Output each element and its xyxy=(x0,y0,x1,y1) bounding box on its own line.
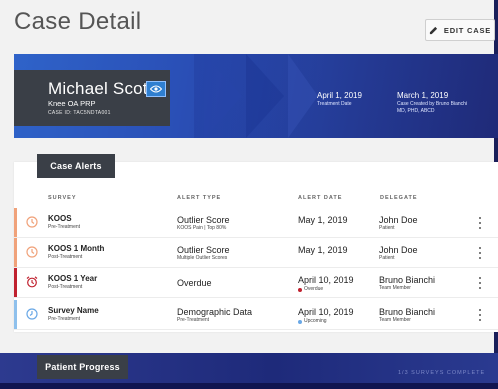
column-header-alert-date: ALERT DATE xyxy=(298,195,343,201)
case-id: CASE ID: TAC5NDTA001 xyxy=(48,110,111,116)
alert-status-label: Upcoming xyxy=(304,318,327,324)
alert-status-label: Overdue xyxy=(304,286,324,292)
alert-date: May 1, 2019 xyxy=(298,245,348,255)
row-accent xyxy=(14,300,17,329)
row-accent xyxy=(14,238,17,267)
case-alerts-heading: Case Alerts xyxy=(37,154,115,178)
alert-date: May 1, 2019 xyxy=(298,215,348,225)
row-menu-icon[interactable] xyxy=(478,217,482,229)
column-header-alert-type: ALERT TYPE xyxy=(177,195,222,201)
alert-row[interactable]: KOOS Pre-Treatment Outlier Score KOOS Pa… xyxy=(14,208,498,238)
patient-progress-heading: Patient Progress xyxy=(37,355,128,379)
alert-type: Overdue xyxy=(177,278,212,288)
created-date-block: March 1, 2019 Case Created by Bruno Bian… xyxy=(397,91,467,114)
treatment-date-block: April 1, 2019 Treatment Date xyxy=(317,91,362,108)
column-header-delegate: DELEGATE xyxy=(380,195,418,201)
alert-detail: KOOS Pain | Top 80% xyxy=(177,225,227,231)
treatment-date-label: Treatment Date xyxy=(317,101,352,107)
alert-date: April 10, 2019 xyxy=(298,307,354,317)
created-date: March 1, 2019 xyxy=(397,91,449,100)
overdue-dot xyxy=(298,287,302,292)
edit-case-label: EDIT CASE xyxy=(443,25,492,35)
edit-case-button[interactable]: EDIT CASE xyxy=(425,19,495,41)
survey-name: KOOS xyxy=(48,214,72,223)
delegate-role: Patient xyxy=(379,225,395,231)
alert-type: Outlier Score xyxy=(177,215,230,225)
alert-status: Overdue xyxy=(298,286,354,293)
alert-date: April 10, 2019 xyxy=(298,275,354,285)
survey-phase: Post-Treatment xyxy=(48,284,83,290)
patient-card: Michael Scott Knee OA PRP CASE ID: TAC5N… xyxy=(14,70,170,126)
clock-outline-icon xyxy=(26,216,38,228)
row-menu-icon[interactable] xyxy=(478,309,482,321)
creator-credentials: MD, PHD, ABCD xyxy=(397,107,435,114)
row-menu-icon[interactable] xyxy=(478,277,482,289)
alert-detail: Multiple Outlier Scores xyxy=(177,255,228,261)
page-title: Case Detail xyxy=(14,8,142,35)
delegate-role: Team Member xyxy=(379,285,411,291)
alert-status: Upcoming xyxy=(298,318,354,325)
delegate-role: Team Member xyxy=(379,317,411,323)
alert-type: Outlier Score xyxy=(177,245,230,255)
upcoming-dot xyxy=(298,319,302,324)
delegate-name: John Doe xyxy=(379,215,418,225)
survey-name: KOOS 1 Year xyxy=(48,274,98,283)
survey-phase: Pre-Treatment xyxy=(48,224,81,230)
treatment-date: April 1, 2019 xyxy=(317,91,362,100)
clock-blue-icon xyxy=(26,308,38,320)
alert-row[interactable]: KOOS 1 Month Post-Treatment Outlier Scor… xyxy=(14,238,498,268)
created-by: Case Created by Bruno Bianchi xyxy=(397,101,468,107)
alert-type: Demographic Data xyxy=(177,307,253,317)
delegate-name: Bruno Bianchi xyxy=(379,307,436,317)
survey-name: KOOS 1 Month xyxy=(48,244,105,253)
row-menu-icon[interactable] xyxy=(478,247,482,259)
alarm-clock-icon xyxy=(26,276,38,288)
survey-phase: Pre-Treatment xyxy=(48,316,81,322)
alert-detail: Pre-Treatment xyxy=(177,317,210,323)
alert-row[interactable]: KOOS 1 Year Post-Treatment Overdue April… xyxy=(14,268,498,298)
delegate-name: Bruno Bianchi xyxy=(379,275,436,285)
view-patient-button[interactable] xyxy=(146,81,166,97)
row-accent xyxy=(14,268,17,297)
delegate-role: Patient xyxy=(379,255,395,261)
surveys-complete-status: 1/3 SURVEYS COMPLETE xyxy=(398,370,486,376)
patient-procedure: Knee OA PRP xyxy=(48,99,96,108)
survey-phase: Post-Treatment xyxy=(48,254,83,260)
clock-outline-icon xyxy=(26,246,38,258)
pencil-icon xyxy=(429,26,437,34)
eye-icon xyxy=(150,85,162,93)
row-accent xyxy=(14,208,17,237)
column-header-survey: SURVEY xyxy=(48,195,77,201)
delegate-name: John Doe xyxy=(379,245,418,255)
alert-row[interactable]: Survey Name Pre-Treatment Demographic Da… xyxy=(14,300,498,330)
survey-name: Survey Name xyxy=(48,306,99,315)
